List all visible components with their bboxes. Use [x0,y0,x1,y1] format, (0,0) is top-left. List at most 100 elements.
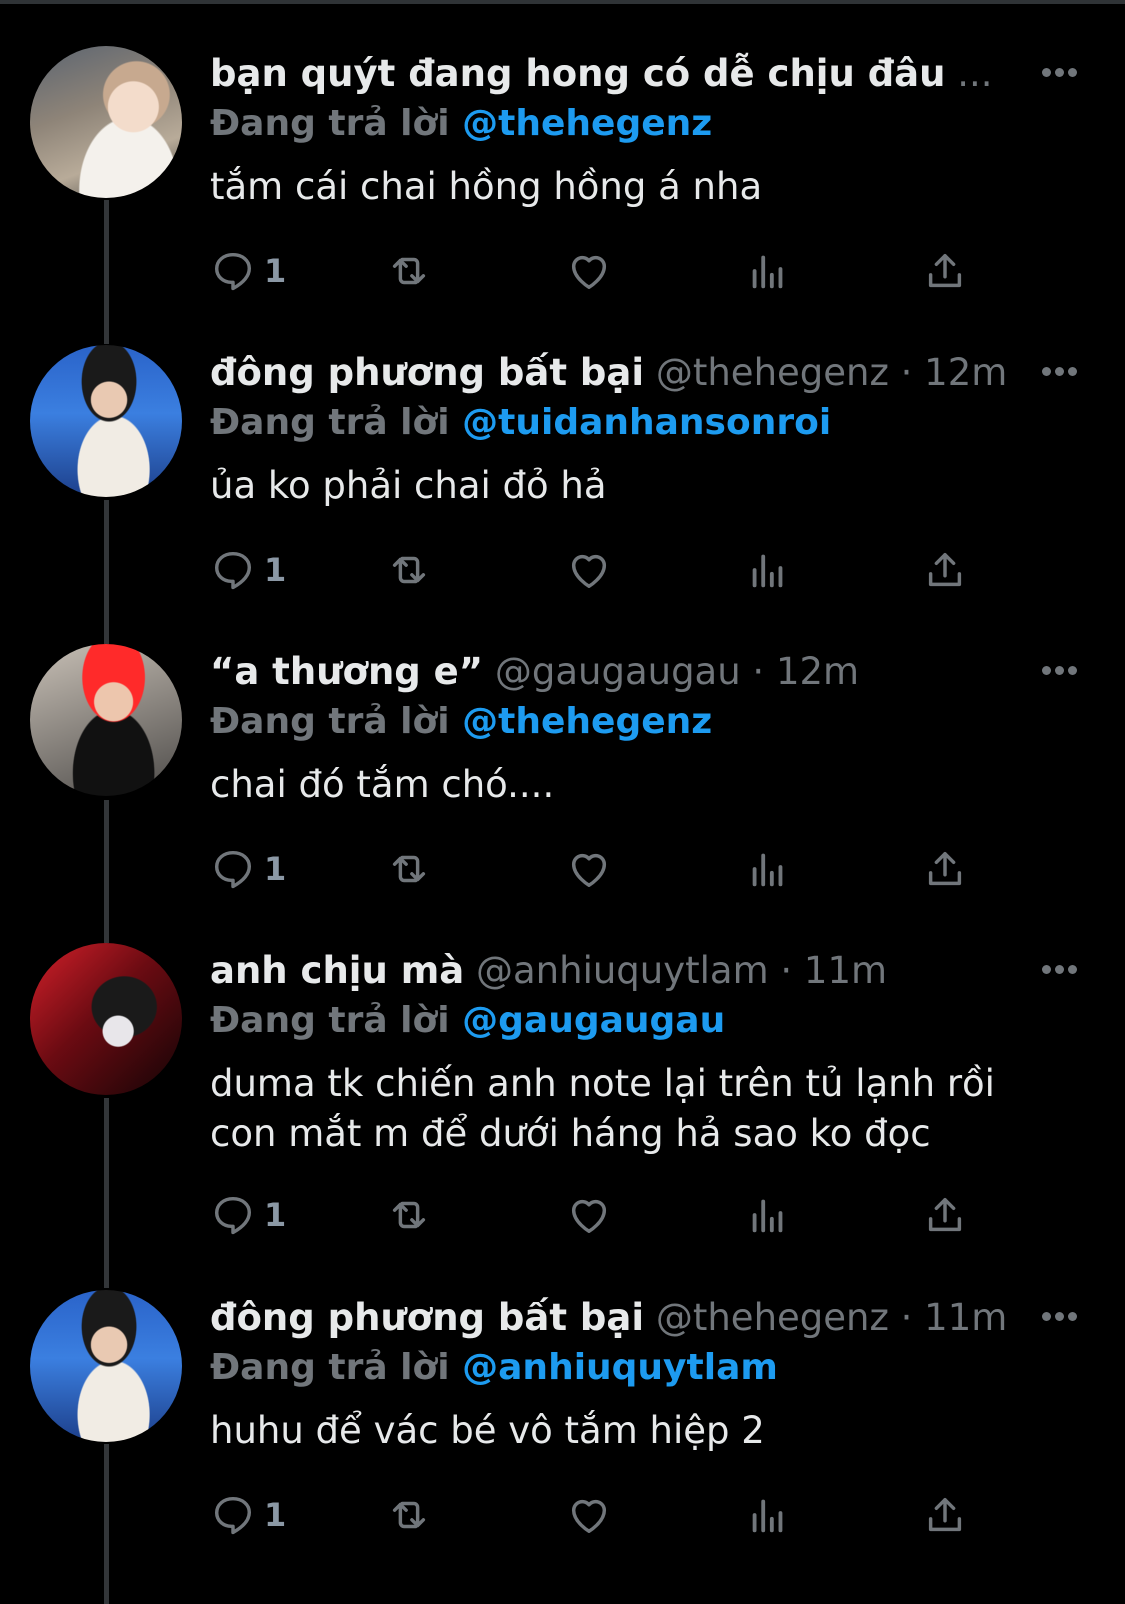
more-options-icon[interactable] [1042,666,1078,676]
tweet-header: “a thương e” @gaugaugau · 12m [210,648,859,696]
handle-time[interactable]: @thehegenz · 12m [656,351,1007,394]
replying-label: Đang trả lời [210,1000,450,1041]
analytics-button[interactable] [745,844,791,894]
avatar[interactable] [30,644,182,796]
handle-time[interactable]: @gaugaugau · 12m [495,650,859,693]
reply-count: 1 [264,551,287,589]
replying-label: Đang trả lời [210,402,450,443]
analytics-button[interactable] [745,545,791,595]
share-button[interactable] [922,844,968,894]
tweet-text: chai đó tắm chó.... [210,763,555,806]
like-button[interactable] [566,844,612,894]
reply-mention-link[interactable]: @thehegenz [462,103,712,144]
reply-mention-link[interactable]: @gaugaugau [462,1000,725,1041]
heart-icon [571,853,607,888]
reply-icon [214,551,252,590]
action-bar: 1 [210,1190,1000,1240]
tweet-text: duma tk chiến anh note lại trên tủ lạnh … [210,1059,1090,1159]
analytics-icon [752,255,783,289]
more-options-icon[interactable] [1042,1312,1078,1322]
analytics-icon [752,1199,783,1233]
share-icon [928,1197,962,1232]
share-button[interactable] [922,1490,968,1540]
retweet-icon [392,257,426,285]
share-button[interactable] [922,545,968,595]
retweet-button[interactable] [386,246,432,296]
reply-button[interactable]: 1 [210,1490,286,1540]
reply-button[interactable]: 1 [210,545,286,595]
share-icon [928,253,962,288]
reply-icon [214,252,252,291]
share-button[interactable] [922,1190,968,1240]
reply-button[interactable]: 1 [210,1190,286,1240]
display-name[interactable]: bạn quýt đang hong có dễ chịu đâu [210,52,945,95]
action-bar: 1 [210,246,1000,296]
reply-icon [214,1196,252,1235]
tweet-header: anh chịu mà @anhiuquytlam · 11m [210,947,887,995]
tweet-header: đông phương bất bại @thehegenz · 12m [210,349,1007,397]
replying-to: Đang trả lời @thehegenz [210,698,712,746]
tweet-text-line: duma tk chiến anh note lại trên tủ lạnh … [210,1062,995,1105]
replying-label: Đang trả lời [210,103,450,144]
display-name[interactable]: đông phương bất bại [210,1296,644,1339]
display-name[interactable]: “a thương e” [210,650,483,693]
handle-time[interactable]: @thehegenz · 11m [656,1296,1007,1339]
action-bar: 1 [210,545,1000,595]
heart-icon [571,255,607,290]
reply-mention-link[interactable]: @thehegenz [462,701,712,742]
tweet-header: đông phương bất bại @thehegenz · 11m [210,1294,1007,1342]
tweet-text: tắm cái chai hồng hồng á nha [210,165,763,208]
avatar[interactable] [30,345,182,497]
analytics-button[interactable] [745,246,791,296]
tweet-header: bạn quýt đang hong có dễ chịu đâu ... [210,50,993,98]
retweet-button[interactable] [386,545,432,595]
analytics-button[interactable] [745,1490,791,1540]
replying-to: Đang trả lời @gaugaugau [210,997,725,1045]
reply-mention-link[interactable]: @tuidanhansonroi [462,402,831,443]
like-button[interactable] [566,545,612,595]
handle-time[interactable]: @anhiuquytlam · 11m [476,949,887,992]
tweet[interactable]: anh chịu mà @anhiuquytlam · 11m Đang trả… [0,943,1125,1248]
more-options-icon[interactable] [1042,367,1078,377]
retweet-icon [392,855,426,883]
retweet-button[interactable] [386,1490,432,1540]
share-button[interactable] [922,246,968,296]
avatar[interactable] [30,46,182,198]
share-icon [928,552,962,587]
avatar[interactable] [30,1290,182,1442]
replying-label: Đang trả lời [210,1347,450,1388]
retweet-button[interactable] [386,844,432,894]
top-divider [0,0,1125,4]
tweet[interactable]: đông phương bất bại @thehegenz · 12m Đan… [0,345,1125,605]
tweet-text: huhu để vác bé vô tắm hiệp 2 [210,1409,765,1452]
more-options-icon[interactable] [1042,965,1078,975]
more-options-icon[interactable] [1042,68,1078,78]
analytics-button[interactable] [745,1190,791,1240]
retweet-button[interactable] [386,1190,432,1240]
like-button[interactable] [566,246,612,296]
like-button[interactable] [566,1490,612,1540]
replying-to: Đang trả lời @tuidanhansonroi [210,399,831,447]
display-name[interactable]: anh chịu mà [210,949,464,992]
action-bar: 1 [210,1490,1000,1540]
tweet[interactable]: đông phương bất bại @thehegenz · 11m Đan… [0,1290,1125,1550]
share-icon [928,851,962,886]
reply-count: 1 [264,252,287,290]
retweet-icon [392,1201,426,1229]
reply-mention-link[interactable]: @anhiuquytlam [462,1347,778,1388]
replying-to: Đang trả lời @anhiuquytlam [210,1344,778,1392]
avatar[interactable] [30,943,182,1095]
display-name[interactable]: đông phương bất bại [210,351,644,394]
reply-button[interactable]: 1 [210,844,286,894]
heart-icon [571,1199,607,1234]
retweet-icon [392,556,426,584]
tweet[interactable]: bạn quýt đang hong có dễ chịu đâu ... Đa… [0,46,1125,306]
reply-button[interactable]: 1 [210,246,286,296]
handle-time: ... [957,52,993,95]
tweet[interactable]: “a thương e” @gaugaugau · 12m Đang trả l… [0,644,1125,904]
action-bar: 1 [210,844,1000,894]
heart-icon [571,1499,607,1534]
reply-icon [214,1496,252,1535]
like-button[interactable] [566,1190,612,1240]
analytics-icon [752,853,783,887]
